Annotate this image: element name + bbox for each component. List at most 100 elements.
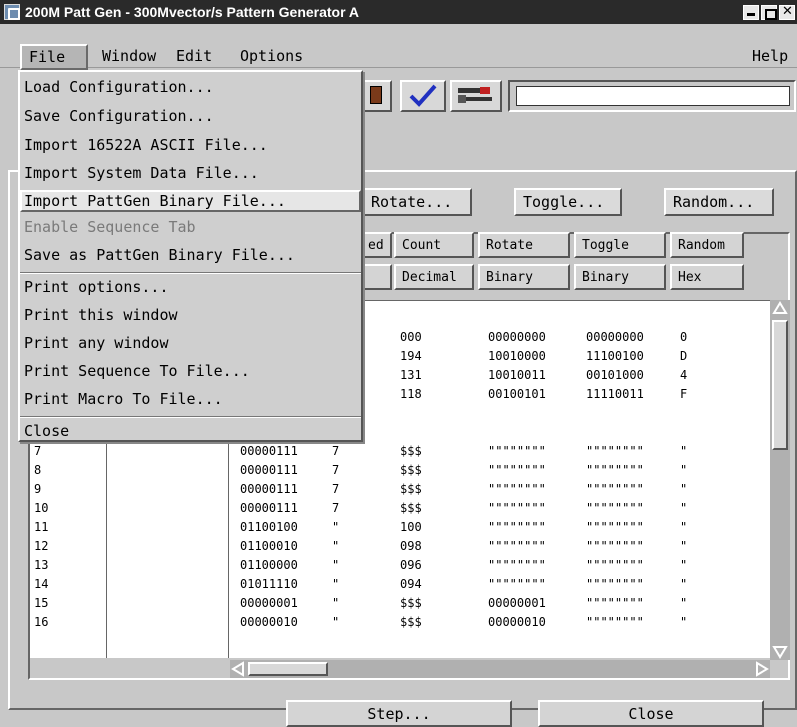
header-rotate-format[interactable]: Binary	[478, 264, 570, 290]
vertical-scroll-thumb[interactable]	[772, 320, 788, 450]
title-bar[interactable]: 200M Patt Gen - 300Mvector/s Pattern Gen…	[0, 0, 797, 24]
cell-ed[interactable]: "	[332, 558, 339, 572]
cell-n[interactable]: 13	[34, 558, 48, 572]
step-button[interactable]: Step...	[286, 700, 512, 727]
cell-rotate[interactable]: 00000000	[488, 330, 546, 344]
cell-random[interactable]: F	[680, 387, 687, 401]
menu-help[interactable]: Help	[752, 47, 788, 65]
menu-item-import-16522a-ascii-file[interactable]: Import 16522A ASCII File...	[24, 136, 268, 154]
cell-random[interactable]: "	[680, 558, 687, 572]
cell-n[interactable]: 7	[34, 444, 41, 458]
cell-random[interactable]: "	[680, 482, 687, 496]
menu-item-save-configuration[interactable]: Save Configuration...	[24, 107, 214, 125]
cell-rotate[interactable]: 10010011	[488, 368, 546, 382]
cell-count[interactable]: $$$	[400, 444, 422, 458]
cell-toggle[interactable]: 00101000	[586, 368, 644, 382]
cell-n[interactable]: 14	[34, 577, 48, 591]
cell-random[interactable]: "	[680, 615, 687, 629]
cell-bin[interactable]: 01100000	[240, 558, 298, 572]
cell-rotate[interactable]: 10010000	[488, 349, 546, 363]
cell-bin[interactable]: 00000111	[240, 444, 298, 458]
cell-random[interactable]: "	[680, 520, 687, 534]
rotate-button[interactable]: Rotate...	[362, 188, 472, 216]
header-random-format[interactable]: Hex	[670, 264, 744, 290]
header-count[interactable]: Count	[394, 232, 474, 258]
cell-rotate[interactable]: 00000010	[488, 615, 546, 629]
cell-bin[interactable]: 01100010	[240, 539, 298, 553]
cell-random[interactable]: "	[680, 577, 687, 591]
cell-toggle[interactable]: """"""""	[586, 482, 644, 496]
header-count-format[interactable]: Decimal	[394, 264, 474, 290]
cell-ed[interactable]: 7	[332, 463, 339, 477]
minimize-icon[interactable]	[743, 4, 759, 20]
cell-count[interactable]: $$$	[400, 501, 422, 515]
menu-item-import-pattgen-binary-file[interactable]: Import PattGen Binary File...	[20, 190, 361, 212]
cell-random[interactable]: "	[680, 444, 687, 458]
cell-rotate[interactable]: """"""""	[488, 539, 546, 553]
cell-ed[interactable]: 7	[332, 501, 339, 515]
cell-random[interactable]: 4	[680, 368, 687, 382]
menu-item-load-configuration[interactable]: Load Configuration...	[24, 78, 214, 96]
menu-window[interactable]: Window	[102, 47, 156, 65]
header-rotate[interactable]: Rotate	[478, 232, 570, 258]
toggle-button[interactable]: Toggle...	[514, 188, 622, 216]
toolbar-tools-button[interactable]	[450, 80, 502, 112]
menu-item-print-sequence-to-file[interactable]: Print Sequence To File...	[24, 362, 250, 380]
scroll-up-icon[interactable]	[772, 300, 788, 316]
cell-ed[interactable]: 7	[332, 482, 339, 496]
cell-toggle[interactable]: """"""""	[586, 539, 644, 553]
cell-n[interactable]: 12	[34, 539, 48, 553]
cell-random[interactable]: D	[680, 349, 687, 363]
menu-options[interactable]: Options	[240, 47, 303, 65]
cell-count[interactable]: 131	[400, 368, 422, 382]
header-toggle-format[interactable]: Binary	[574, 264, 666, 290]
horizontal-scrollbar[interactable]	[230, 660, 770, 678]
cell-toggle[interactable]: 00000000	[586, 330, 644, 344]
menu-item-close[interactable]: Close	[24, 422, 69, 440]
cell-bin[interactable]: 00000111	[240, 501, 298, 515]
header-toggle[interactable]: Toggle	[574, 232, 666, 258]
cell-ed[interactable]: "	[332, 539, 339, 553]
maximize-icon[interactable]	[761, 4, 777, 20]
cell-random[interactable]: "	[680, 539, 687, 553]
cell-n[interactable]: 10	[34, 501, 48, 515]
header-random[interactable]: Random	[670, 232, 744, 258]
cell-random[interactable]: "	[680, 463, 687, 477]
cell-count[interactable]: 096	[400, 558, 422, 572]
cell-random[interactable]: "	[680, 501, 687, 515]
cell-bin[interactable]: 00000010	[240, 615, 298, 629]
cell-count[interactable]: 098	[400, 539, 422, 553]
cell-ed[interactable]: "	[332, 615, 339, 629]
toolbar-check-button[interactable]	[400, 80, 446, 112]
toolbar-run-button[interactable]	[360, 80, 392, 112]
cell-ed[interactable]: "	[332, 577, 339, 591]
cell-toggle[interactable]: """"""""	[586, 444, 644, 458]
cell-bin[interactable]: 00000111	[240, 463, 298, 477]
cell-rotate[interactable]: """"""""	[488, 482, 546, 496]
cell-count[interactable]: $$$	[400, 596, 422, 610]
cell-bin[interactable]: 00000001	[240, 596, 298, 610]
cell-rotate[interactable]: """"""""	[488, 520, 546, 534]
menu-edit[interactable]: Edit	[176, 47, 212, 65]
cell-count[interactable]: $$$	[400, 463, 422, 477]
cell-toggle[interactable]: """"""""	[586, 615, 644, 629]
cell-random[interactable]: 0	[680, 330, 687, 344]
cell-rotate[interactable]: 00100101	[488, 387, 546, 401]
scroll-down-icon[interactable]	[772, 644, 788, 660]
cell-bin[interactable]: 01011110	[240, 577, 298, 591]
cell-count[interactable]: $$$	[400, 482, 422, 496]
cell-count[interactable]: 000	[400, 330, 422, 344]
cell-toggle[interactable]: """"""""	[586, 520, 644, 534]
cell-rotate[interactable]: """"""""	[488, 558, 546, 572]
cell-toggle[interactable]: 11110011	[586, 387, 644, 401]
cell-rotate[interactable]: """"""""	[488, 501, 546, 515]
cell-count[interactable]: 094	[400, 577, 422, 591]
cell-count[interactable]: 100	[400, 520, 422, 534]
cell-n[interactable]: 9	[34, 482, 41, 496]
cell-count[interactable]: $$$	[400, 615, 422, 629]
menu-item-print-any-window[interactable]: Print any window	[24, 334, 169, 352]
cell-ed[interactable]: 7	[332, 444, 339, 458]
menu-item-print-options[interactable]: Print options...	[24, 278, 169, 296]
cell-count[interactable]: 118	[400, 387, 422, 401]
cell-toggle[interactable]: 11100100	[586, 349, 644, 363]
